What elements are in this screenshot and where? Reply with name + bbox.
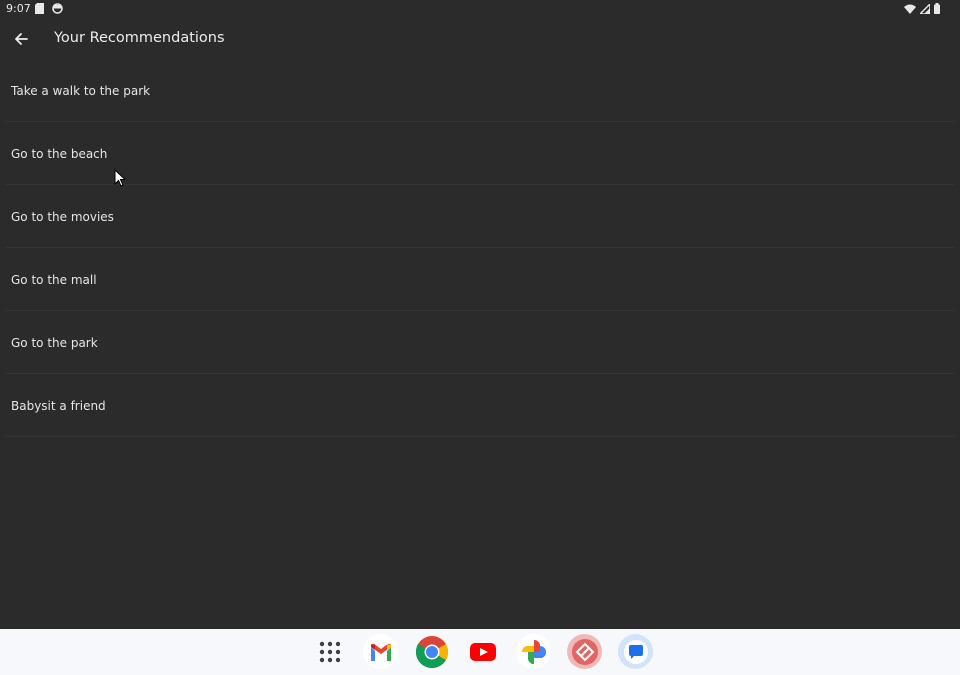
messages-button[interactable]	[618, 634, 653, 669]
circle-status-icon	[52, 3, 63, 14]
status-bar: 9:07	[0, 0, 960, 18]
chrome-icon	[415, 635, 448, 668]
status-right-icons	[904, 3, 940, 14]
battery-icon	[934, 3, 940, 14]
status-time: 9:07	[6, 2, 31, 15]
list-item[interactable]: Go to the movies	[6, 185, 954, 248]
recommendations-list: Take a walk to the park Go to the beach …	[0, 59, 960, 437]
list-item-label: Babysit a friend	[11, 399, 106, 413]
list-item-label: Go to the mall	[11, 273, 97, 287]
back-button[interactable]	[10, 28, 32, 50]
youtube-button[interactable]	[465, 634, 500, 669]
grid-icon	[319, 641, 340, 662]
red-app-button[interactable]	[567, 634, 602, 669]
app-bar: Your Recommendations	[0, 20, 960, 58]
list-item[interactable]: Babysit a friend	[6, 374, 954, 437]
list-item[interactable]: Take a walk to the park	[6, 59, 954, 122]
photos-button[interactable]	[516, 634, 551, 669]
sd-card-icon	[35, 3, 44, 14]
messages-icon	[623, 639, 648, 664]
list-item[interactable]: Go to the park	[6, 311, 954, 374]
page-title: Your Recommendations	[54, 30, 225, 46]
mouse-cursor-icon	[114, 169, 127, 187]
red-app-icon	[571, 638, 598, 665]
chrome-button[interactable]	[414, 634, 449, 669]
list-item[interactable]: Go to the beach	[6, 122, 954, 185]
dock	[312, 634, 653, 669]
signal-icon	[920, 3, 930, 14]
list-item[interactable]: Go to the mall	[6, 248, 954, 311]
youtube-icon	[469, 642, 496, 661]
taskbar	[0, 629, 960, 675]
wifi-icon	[904, 4, 916, 14]
gmail-button[interactable]	[363, 634, 398, 669]
screen: 9:07 Your Recommendations Take a walk to…	[0, 0, 960, 675]
status-left-icons	[35, 3, 63, 14]
list-item-label: Take a walk to the park	[11, 84, 151, 98]
gmail-icon	[370, 643, 391, 661]
photos-icon	[521, 639, 546, 664]
list-item-label: Go to the movies	[11, 210, 114, 224]
list-item-label: Go to the beach	[11, 147, 108, 161]
back-arrow-icon	[15, 33, 28, 45]
app-drawer-button[interactable]	[312, 634, 347, 669]
list-item-label: Go to the park	[11, 336, 98, 350]
